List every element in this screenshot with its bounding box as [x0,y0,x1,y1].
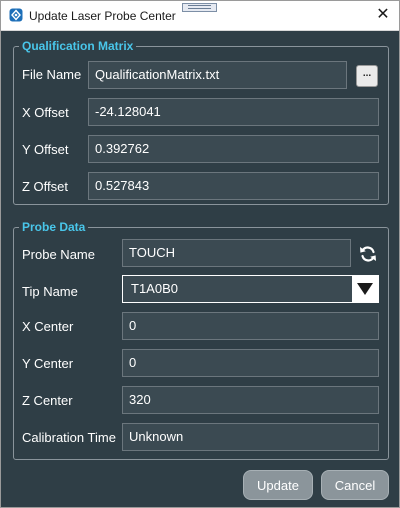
probe-data-title: Probe Data [19,220,89,234]
z-offset-field[interactable]: 0.527843 [88,172,379,200]
update-laser-probe-center-dialog: Update Laser Probe Center ✕ Qualificatio… [0,0,400,508]
y-offset-label: Y Offset [22,142,69,157]
probe-name-label: Probe Name [22,247,95,262]
app-logo-icon [9,8,23,22]
window-title: Update Laser Probe Center [29,9,176,23]
y-offset-field[interactable]: 0.392762 [88,135,379,163]
calibration-time-field[interactable]: Unknown [122,423,379,451]
title-bar[interactable]: Update Laser Probe Center ✕ [1,1,399,31]
qualification-matrix-title: Qualification Matrix [19,39,137,53]
tip-name-label: Tip Name [22,284,78,299]
dropdown-arrow-icon [357,283,373,295]
update-button[interactable]: Update [243,470,313,500]
cancel-button[interactable]: Cancel [321,470,389,500]
tip-name-dropdown[interactable]: T1A0B0 [122,275,379,303]
refresh-icon[interactable] [358,244,378,264]
calibration-time-label: Calibration Time [22,430,116,445]
browse-button[interactable]: ... [356,65,378,87]
tip-name-selected: T1A0B0 [131,281,178,296]
x-center-field[interactable]: 0 [122,312,379,340]
probe-name-field[interactable]: TOUCH [122,239,351,267]
x-center-label: X Center [22,319,74,334]
z-center-label: Z Center [22,393,73,408]
drag-handle[interactable] [182,3,217,12]
x-offset-field[interactable]: -24.128041 [88,98,379,126]
file-name-label: File Name [22,67,82,82]
close-button[interactable]: ✕ [373,5,393,25]
tip-name-dropdown-button[interactable] [352,276,378,302]
file-name-field[interactable]: QualificationMatrix.txt [88,61,347,89]
close-icon: ✕ [376,6,390,23]
x-offset-label: X Offset [22,105,69,120]
y-center-label: Y Center [22,356,74,371]
z-offset-label: Z Offset [22,179,68,194]
y-center-field[interactable]: 0 [122,349,379,377]
z-center-field[interactable]: 320 [122,386,379,414]
